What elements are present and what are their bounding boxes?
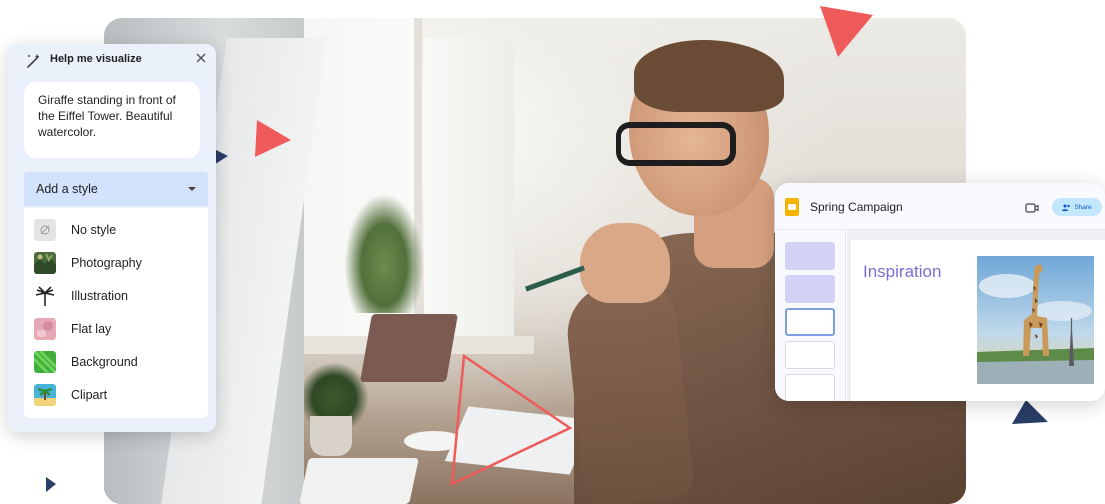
share-button[interactable]: Share [1052, 198, 1102, 216]
slide-thumbnail[interactable] [785, 374, 835, 401]
photo-window-light [424, 38, 514, 338]
style-option-label: Background [71, 355, 138, 369]
photography-thumb [34, 252, 56, 274]
magic-wand-icon [27, 54, 40, 68]
style-option-flat-lay[interactable]: Flat lay [24, 313, 208, 345]
people-icon [1062, 204, 1071, 211]
panel-title: Help me visualize [50, 53, 142, 65]
slide-canvas: Inspiration [847, 230, 1105, 401]
slide-thumbnail[interactable] [785, 242, 835, 270]
style-option-label: Flat lay [71, 322, 112, 336]
current-slide[interactable]: Inspiration [851, 240, 1105, 401]
style-options-list: No style Photography Illustration Flat l… [24, 208, 208, 418]
photo-person-arm [562, 277, 696, 504]
style-option-label: Illustration [71, 289, 128, 303]
giraffe-eiffel-image[interactable] [977, 256, 1094, 384]
illustration-thumb [34, 285, 56, 307]
style-option-illustration[interactable]: Illustration [24, 280, 208, 312]
photo-keyboard [299, 458, 419, 504]
photo-laptop [360, 314, 458, 382]
style-option-label: Clipart [71, 388, 108, 402]
slide-thumbnail[interactable] [785, 275, 835, 303]
add-style-dropdown[interactable]: Add a style [24, 172, 208, 206]
help-me-visualize-panel: Help me visualize Giraffe standing in fr… [8, 44, 216, 432]
presentation-title[interactable]: Spring Campaign [810, 200, 903, 214]
photo-person-hand [580, 223, 670, 303]
navy-triangle-bottom [46, 477, 56, 492]
clipart-thumb [34, 384, 56, 406]
slides-window: Spring Campaign Share Inspiration [775, 183, 1105, 401]
photo-plant [344, 193, 424, 313]
photo-person-hair [634, 40, 784, 112]
slide-heading[interactable]: Inspiration [863, 262, 941, 282]
slide-filmstrip [775, 230, 846, 401]
style-option-label: No style [71, 223, 117, 237]
slides-logo-icon [785, 198, 799, 216]
flat-lay-thumb [34, 318, 56, 340]
close-icon[interactable] [194, 51, 208, 65]
style-option-no-style[interactable]: No style [24, 214, 208, 246]
video-camera-icon[interactable] [1025, 202, 1041, 214]
background-thumb [34, 351, 56, 373]
photo-pen [525, 265, 585, 292]
photo-pot [310, 416, 352, 456]
caret-down-icon [188, 187, 196, 191]
slides-topbar: Spring Campaign Share [775, 183, 1105, 230]
navy-triangle-right [1012, 400, 1048, 424]
style-option-label: Photography [71, 256, 142, 270]
style-option-photography[interactable]: Photography [24, 247, 208, 279]
add-style-label: Add a style [36, 182, 98, 196]
prompt-input[interactable]: Giraffe standing in front of the Eiffel … [24, 82, 200, 158]
photo-mouse [404, 431, 464, 451]
share-label: Share [1074, 203, 1092, 211]
style-option-background[interactable]: Background [24, 346, 208, 378]
slide-thumbnail[interactable] [785, 341, 835, 369]
no-style-icon [34, 219, 56, 241]
style-option-clipart[interactable]: Clipart [24, 379, 208, 411]
photo-person-glasses [616, 122, 736, 166]
slide-thumbnail-selected[interactable] [785, 308, 835, 336]
